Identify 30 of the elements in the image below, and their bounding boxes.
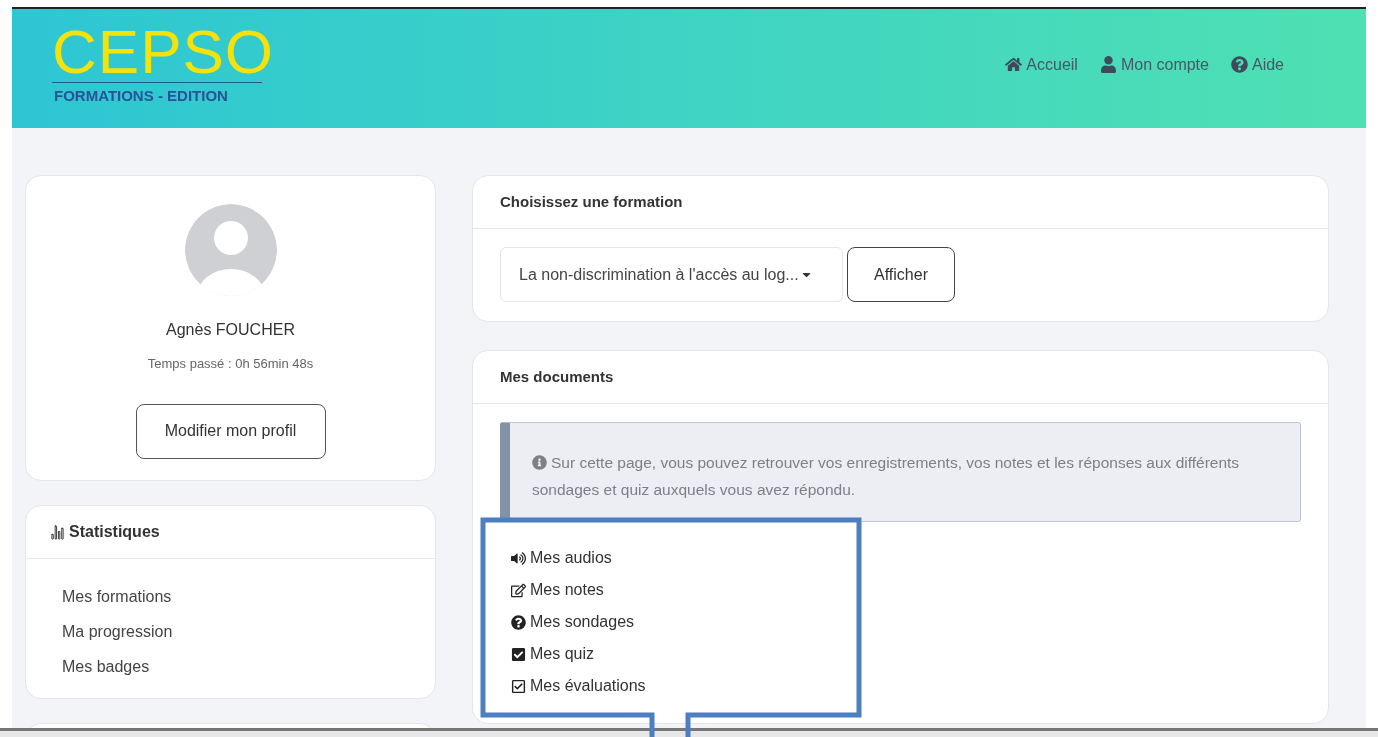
info-text: Sur cette page, vous pouvez retrouver vos enregistrements, vos notes et les réponses aux différents sondages et quiz auxquels vous avez répondu. (532, 453, 1240, 500)
checked-box-icon (511, 646, 526, 662)
user-name: Agnès FOUCHER (166, 320, 295, 340)
question-icon (511, 614, 526, 630)
document-link[interactable]: Mes sondages (511, 610, 635, 634)
user-icon (1099, 56, 1117, 73)
document-link[interactable]: Mes notes (511, 578, 604, 602)
home-icon (1005, 56, 1023, 73)
card-title: Choisissez une formation (500, 191, 683, 212)
help-icon (1230, 56, 1248, 73)
nav-link[interactable]: Accueil (1005, 52, 1078, 77)
card-title: Mes documents (500, 366, 614, 387)
nav-link[interactable]: Aide (1230, 52, 1284, 77)
statistics-link[interactable]: Mes formations (62, 585, 172, 609)
info-icon (532, 454, 547, 470)
bar-chart-icon (50, 524, 65, 540)
statistics-link[interactable]: Mes badges (62, 655, 150, 679)
edit-profile-button[interactable]: Modifier mon profil (135, 403, 326, 459)
time-spent: Temps passé : 0h 56min 48s (147, 355, 314, 373)
nav-link[interactable]: Mon compte (1099, 52, 1209, 77)
document-link[interactable]: Mes audios (511, 546, 612, 570)
card-title: Statistiques (69, 522, 160, 542)
edit-icon (511, 582, 526, 598)
statistics-link[interactable]: Ma progression (62, 620, 173, 644)
training-select[interactable]: La non-discrimination à l'accès au log... (500, 247, 843, 302)
show-button[interactable]: Afficher (847, 247, 955, 302)
logo[interactable]: CEPSO FORMATIONS - EDITION (52, 21, 275, 108)
document-link[interactable]: Mes quiz (511, 642, 595, 666)
document-link[interactable]: Mes évaluations (511, 674, 646, 698)
speaker-icon (511, 550, 526, 566)
